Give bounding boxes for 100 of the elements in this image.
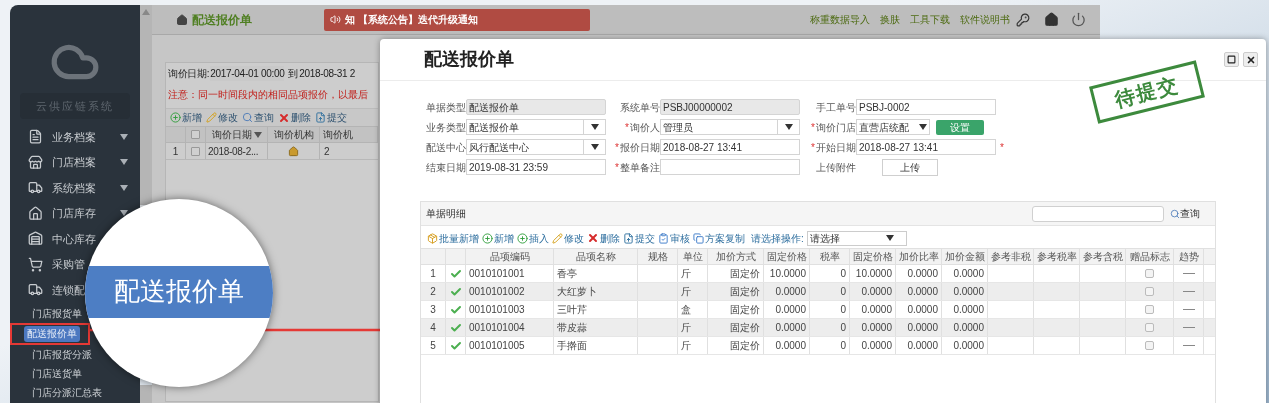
- search-field[interactable]: [1032, 205, 1164, 222]
- checkbox[interactable]: [191, 146, 200, 156]
- toolbar-button[interactable]: 查询: [242, 110, 274, 125]
- toolbar-button[interactable]: 批量新增: [427, 230, 479, 246]
- row-number: 5: [430, 339, 436, 353]
- dialog-title: 配送报价单: [424, 48, 514, 71]
- row-number: 1: [172, 144, 179, 159]
- column-header[interactable]: 询价机: [323, 127, 353, 142]
- table-cell-text: 0010101005: [469, 339, 525, 353]
- power-icon[interactable]: [1071, 12, 1086, 27]
- search-button[interactable]: 查询: [1170, 206, 1200, 221]
- table-cell-text: 0: [840, 285, 846, 299]
- table-cell-text: 0.0000: [861, 321, 892, 335]
- select-field[interactable]: 管理员: [660, 119, 800, 135]
- operation-select[interactable]: 请选择: [806, 230, 907, 246]
- checkbox[interactable]: [191, 130, 200, 139]
- input-field[interactable]: 2018-08-27 13:41: [660, 139, 800, 155]
- checkbox[interactable]: [1145, 305, 1154, 314]
- column-header: 加价比率: [898, 250, 939, 264]
- sort-icon: [253, 131, 262, 138]
- key-icon[interactable]: [1016, 12, 1030, 27]
- sidebar-menu-item[interactable]: 采购管: [52, 256, 85, 273]
- toolbar-button[interactable]: 方案复制: [693, 230, 745, 246]
- clipboard-icon: [658, 232, 669, 244]
- input-field[interactable]: 2019-08-31 23:59: [466, 159, 606, 175]
- warning-text: 注意：同一时间段内的相同品项报价，以最后: [167, 88, 369, 102]
- delete-icon: [278, 111, 290, 124]
- row-number: 4: [430, 321, 436, 335]
- input-field[interactable]: PSBJ-0002: [856, 99, 996, 115]
- table-cell-text: 0.0000: [907, 303, 938, 317]
- toolbar-button[interactable]: 提交: [315, 110, 347, 125]
- table-cell-text: 固定价: [730, 321, 760, 335]
- checkbox[interactable]: [1145, 341, 1154, 350]
- upload-button[interactable]: 上传: [882, 158, 938, 176]
- toolbar-button[interactable]: 新增: [170, 110, 202, 125]
- sidebar-menu-item[interactable]: 连锁配: [52, 281, 85, 298]
- sidebar-menu-item[interactable]: 门店档案: [52, 154, 96, 171]
- select-field[interactable]: 直营店统配: [856, 119, 930, 135]
- document-icon: [28, 129, 43, 145]
- select-field[interactable]: 风行配送中心: [466, 139, 606, 155]
- select-field[interactable]: 配送报价单: [466, 119, 606, 135]
- toolbar-button[interactable]: 审核: [658, 230, 690, 246]
- date-field[interactable]: 2017-04-01 00:00: [210, 65, 285, 81]
- field-label: 单据类型: [425, 100, 466, 115]
- table-cell-text: 三叶芹: [557, 303, 587, 317]
- table-cell-text: 固定价: [730, 303, 760, 317]
- home-icon[interactable]: [1044, 12, 1059, 27]
- table-cell-text: 0.0000: [953, 339, 984, 353]
- table-cell-text: 0010101001: [469, 267, 525, 281]
- column-header[interactable]: 询价日期: [211, 127, 252, 142]
- table-cell-text: 0.0000: [907, 285, 938, 299]
- checkbox[interactable]: [1145, 287, 1154, 296]
- sidebar-submenu-item[interactable]: 配送报价单: [24, 325, 80, 342]
- row-number: 2: [430, 285, 436, 299]
- table-cell-text: 手擀面: [557, 339, 587, 353]
- required-mark: *: [1000, 140, 1004, 155]
- sidebar-menu-item[interactable]: 门店库存: [52, 205, 96, 222]
- sidebar-submenu-item[interactable]: 门店分派汇总表: [32, 384, 102, 400]
- checkbox[interactable]: [1145, 269, 1154, 278]
- trend-dash-icon: [1182, 273, 1195, 274]
- column-header: 加价金额: [944, 250, 985, 264]
- table-cell-text: 斤: [681, 267, 691, 281]
- column-header: 税率: [819, 250, 840, 264]
- sidebar-menu-item[interactable]: 业务档案: [52, 128, 96, 145]
- copy-icon: [693, 232, 704, 244]
- input-field[interactable]: [660, 159, 800, 175]
- table-cell-text: 0: [840, 339, 846, 353]
- toolbar-button[interactable]: 修改: [206, 110, 238, 125]
- row-number: 1: [430, 267, 436, 281]
- trend-dash-icon: [1182, 291, 1195, 292]
- sidebar-submenu-item[interactable]: 门店送货单: [32, 365, 82, 381]
- toolbar-button[interactable]: 提交: [623, 230, 655, 246]
- field-label: *整单备注: [614, 160, 660, 175]
- sidebar-submenu-item[interactable]: 门店报货单: [32, 305, 82, 321]
- close-button[interactable]: [1243, 52, 1258, 67]
- column-header: 品项名称: [575, 250, 616, 264]
- operation-label: 请选择操作:: [751, 231, 804, 246]
- column-header[interactable]: 询价机构: [273, 127, 314, 142]
- field-label: *询价门店: [810, 120, 856, 135]
- sidebar-menu-item[interactable]: 中心库存: [52, 230, 96, 247]
- maximize-button[interactable]: [1224, 52, 1239, 67]
- scroll-up-icon: [142, 9, 150, 15]
- column-header: 趋势: [1178, 250, 1199, 264]
- sidebar-menu-item[interactable]: 系统档案: [52, 179, 96, 196]
- toolbar-button[interactable]: 删除: [587, 230, 620, 246]
- table-cell-text: 固定价: [730, 339, 760, 353]
- input-field[interactable]: 2018-08-27 13:41: [856, 139, 996, 155]
- table-cell-text: 0010101004: [469, 321, 525, 335]
- checkbox[interactable]: [1145, 323, 1154, 332]
- toolbar-button[interactable]: 修改: [552, 230, 584, 246]
- toolbar-button[interactable]: 删除: [278, 110, 311, 125]
- toolbar-button[interactable]: 插入: [517, 230, 549, 246]
- table-cell-text: 0.0000: [953, 285, 984, 299]
- table-cell-text: 0: [840, 321, 846, 335]
- table-cell-text: 0010101003: [469, 303, 525, 317]
- caret-icon: [784, 124, 793, 130]
- date-field[interactable]: 2018-08-31 2: [299, 65, 356, 81]
- toolbar-button[interactable]: 新增: [482, 230, 514, 246]
- table-cell-text: 0.0000: [907, 339, 938, 353]
- sidebar-submenu-item[interactable]: 门店报货分派: [32, 346, 92, 362]
